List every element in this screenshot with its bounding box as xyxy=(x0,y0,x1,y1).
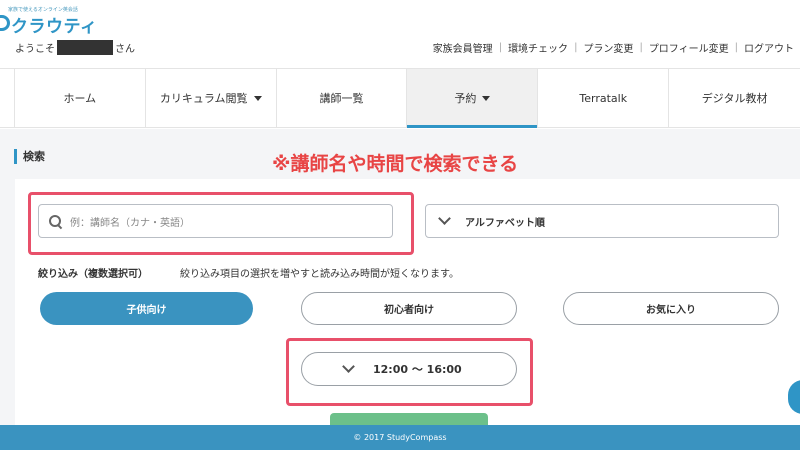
logo-mark-icon xyxy=(0,15,10,31)
nav-reservation[interactable]: 予約 xyxy=(407,69,539,128)
nav-reservation-label: 予約 xyxy=(454,92,477,105)
annotation-text: ※講師名や時間で検索できる xyxy=(272,153,519,175)
welcome-prefix: ようこそ xyxy=(15,44,55,55)
nav-teachers-label: 講師一覧 xyxy=(319,92,364,105)
footer: © 2017 StudyCompass xyxy=(0,425,800,450)
filter-label: 絞り込み（複数選択可） xyxy=(38,269,148,280)
chevron-down-icon xyxy=(342,360,355,373)
teacher-search-input[interactable]: 例：講師名（カナ・英語） xyxy=(38,204,393,238)
nav-curriculum[interactable]: カリキュラム閲覧 xyxy=(146,69,277,127)
filter-kids-button[interactable]: 子供向け xyxy=(40,292,253,325)
nav-digital-materials-label: デジタル教材 xyxy=(701,92,768,105)
environment-check-link[interactable]: 環境チェック xyxy=(502,40,574,55)
nav-digital-materials[interactable]: デジタル教材 xyxy=(669,69,800,127)
caret-down-icon xyxy=(482,95,491,101)
brand-logo[interactable]: 家族で使えるオンライン英会話 クラウティ xyxy=(0,6,97,37)
welcome-message: ようこそ さん xyxy=(15,40,135,55)
section-title: 検索 xyxy=(14,149,45,164)
chevron-down-icon xyxy=(438,212,451,225)
copyright-text: © 2017 StudyCompass xyxy=(353,433,447,442)
nav-spacer xyxy=(0,69,15,127)
sort-order-select[interactable]: アルファベット順 xyxy=(425,204,779,238)
brand-name: クラウティ xyxy=(11,17,98,37)
redacted-username xyxy=(57,40,113,55)
sort-order-value: アルファベット順 xyxy=(465,217,545,229)
family-members-link[interactable]: 家族会員管理 xyxy=(427,40,499,55)
search-icon xyxy=(49,214,62,228)
filter-favorites-label: お気に入り xyxy=(646,305,696,316)
caret-down-icon xyxy=(253,95,262,101)
filter-beginners-button[interactable]: 初心者向け xyxy=(301,292,517,325)
nav-teachers[interactable]: 講師一覧 xyxy=(277,69,408,127)
time-range-select[interactable]: 12:00 ～ 16:00 xyxy=(301,352,517,386)
nav-terratalk-label: Terratalk xyxy=(579,91,628,105)
nav-home[interactable]: ホーム xyxy=(15,69,146,127)
nav-home-label: ホーム xyxy=(63,92,97,105)
filter-beginners-label: 初心者向け xyxy=(384,305,434,316)
search-placeholder: 例：講師名（カナ・英語） xyxy=(70,217,190,229)
time-range-value: 12:00 ～ 16:00 xyxy=(373,363,462,376)
plan-change-link[interactable]: プラン変更 xyxy=(577,40,639,55)
welcome-suffix: さん xyxy=(115,44,135,55)
filter-note: 絞り込み項目の選択を増やすと読み込み時間が短くなります。 xyxy=(180,269,459,280)
profile-change-link[interactable]: プロフィール変更 xyxy=(643,40,735,55)
nav-terratalk[interactable]: Terratalk xyxy=(538,69,670,127)
main-nav: ホーム カリキュラム閲覧 講師一覧 予約 Terratalk デジタル教材 xyxy=(0,68,800,128)
nav-curriculum-label: カリキュラム閲覧 xyxy=(159,92,248,105)
logout-link[interactable]: ログアウト xyxy=(738,40,800,55)
filter-favorites-button[interactable]: お気に入り xyxy=(563,292,779,325)
top-header: 家族で使えるオンライン英会話 クラウティ ようこそ さん 家族会員管理 | 環境… xyxy=(0,0,800,68)
account-links: 家族会員管理 | 環境チェック | プラン変更 | プロフィール変更 | ログア… xyxy=(427,40,800,55)
filter-kids-label: 子供向け xyxy=(126,305,167,316)
